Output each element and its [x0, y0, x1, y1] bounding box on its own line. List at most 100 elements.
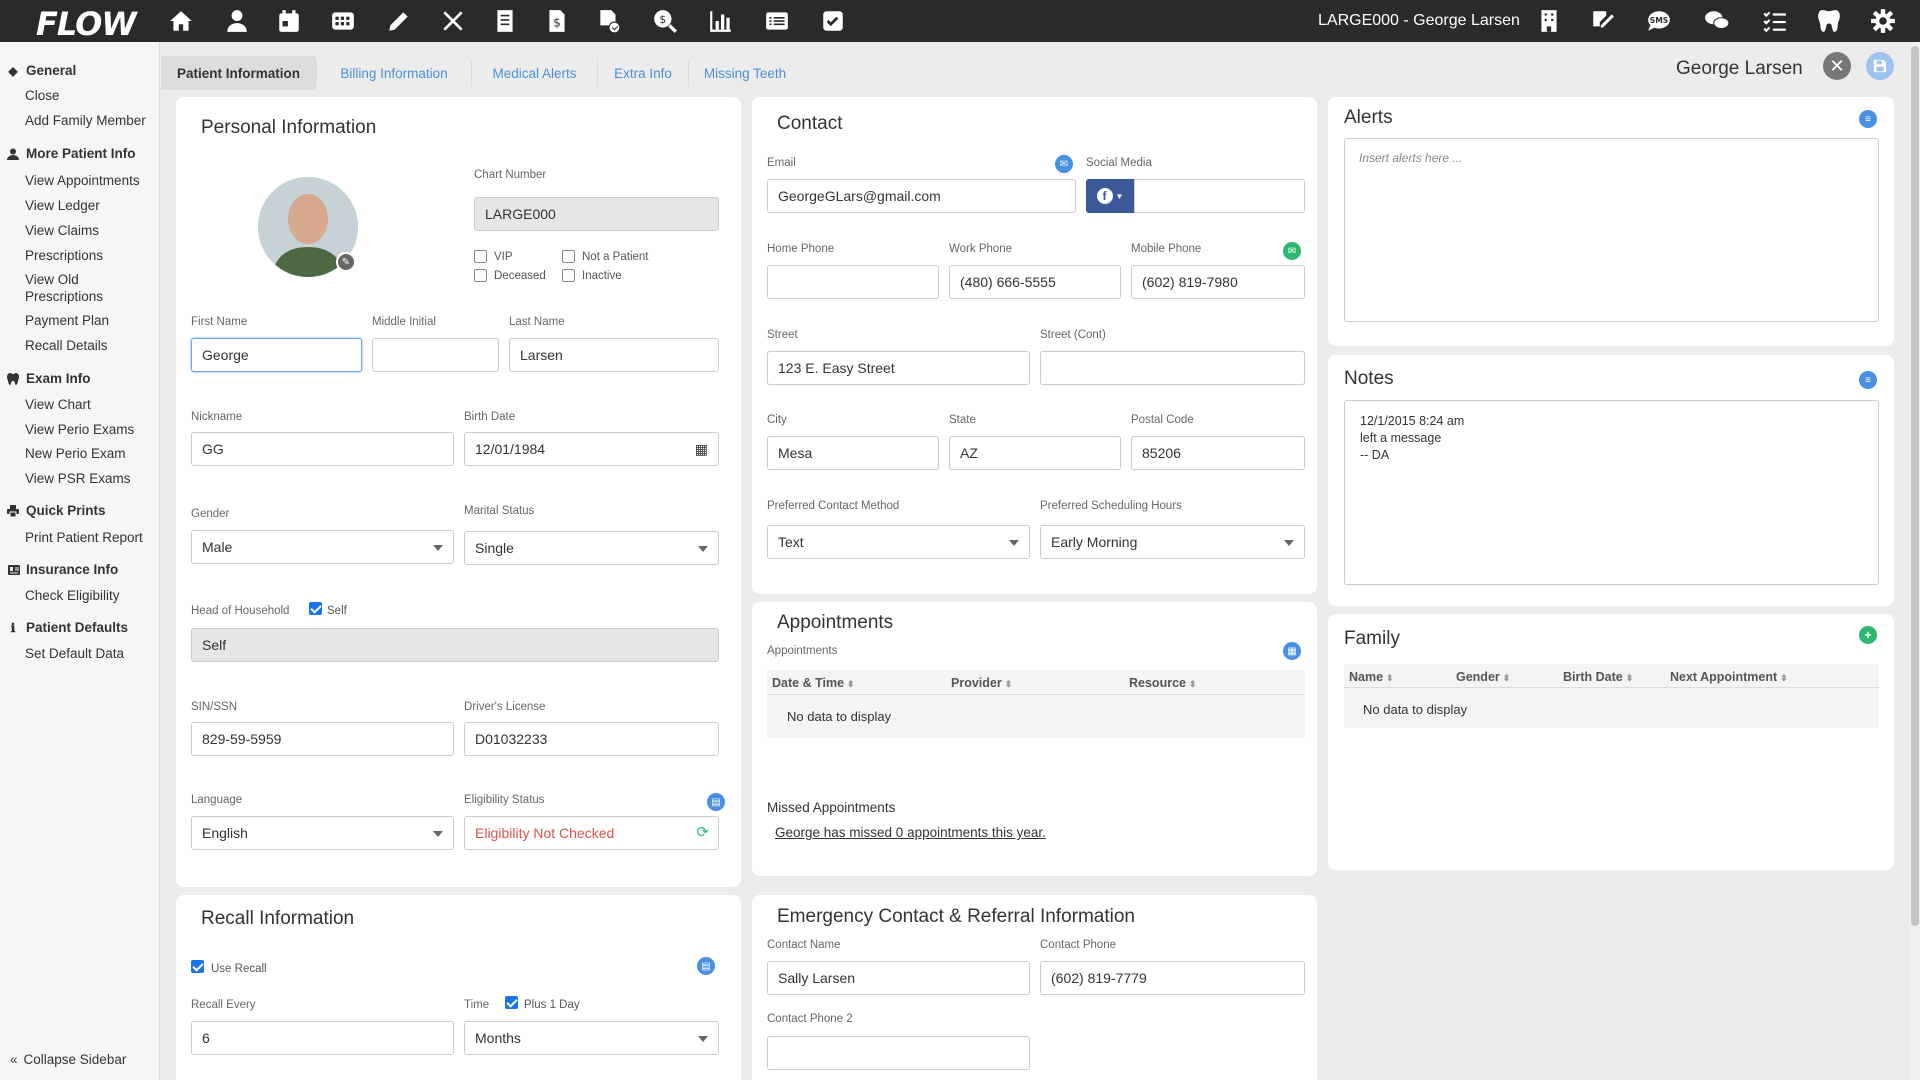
tab-missing-teeth[interactable]: Missing Teeth [689, 56, 801, 90]
contact-phone-field[interactable]: (602) 819-7779 [1040, 961, 1305, 995]
time-unit-select[interactable]: Months [464, 1021, 719, 1055]
preferred-contact-method-select[interactable]: Text [767, 525, 1030, 559]
preferred-scheduling-hours-select[interactable]: Early Morning [1040, 525, 1305, 559]
sidebar-item-view-appointments[interactable]: View Appointments [25, 172, 140, 189]
work-phone-field[interactable]: (480) 666-5555 [949, 265, 1121, 299]
social-network-dropdown[interactable]: f ▼ [1086, 179, 1134, 213]
column-date-time[interactable]: Date & Time ⬍ [772, 676, 855, 690]
sidebar-item-view-ledger[interactable]: View Ledger [25, 197, 100, 214]
recall-every-field[interactable]: 6 [191, 1021, 454, 1055]
contact-name-field[interactable]: Sally Larsen [767, 961, 1030, 995]
sidebar-item-check-eligibility[interactable]: Check Eligibility [25, 587, 120, 604]
tools-icon[interactable] [438, 7, 468, 35]
sidebar-header-exam-info[interactable]: Exam Info [7, 371, 91, 386]
gender-select[interactable]: Male [191, 530, 454, 564]
ledger-icon[interactable] [490, 7, 520, 35]
birth-date-field[interactable]: 12/01/1984 ▦ [464, 432, 719, 466]
sms-icon[interactable]: SMS [1644, 7, 1674, 35]
chat-icon[interactable] [1702, 7, 1732, 35]
sidebar-item-view-claims[interactable]: View Claims [25, 222, 99, 239]
marital-status-select[interactable]: Single [464, 531, 719, 565]
eligibility-details-icon[interactable]: ▤ [707, 793, 725, 811]
person-icon[interactable] [222, 7, 252, 35]
missed-appointments-link[interactable]: George has missed 0 appointments this ye… [775, 825, 1046, 840]
tab-patient-information[interactable]: Patient Information [161, 56, 316, 90]
use-recall-checkbox[interactable] [191, 960, 204, 973]
sidebar-item-print-patient-report[interactable]: Print Patient Report [25, 529, 143, 546]
sidebar-item-view-psr-exams[interactable]: View PSR Exams [25, 470, 131, 487]
street-field[interactable]: 123 E. Easy Street [767, 351, 1030, 385]
social-media-field[interactable] [1134, 179, 1305, 213]
search-money-icon[interactable]: $ [650, 7, 680, 35]
sidebar-item-set-default-data[interactable]: Set Default Data [25, 645, 124, 662]
notes-menu-icon[interactable]: ≡ [1859, 371, 1877, 389]
not-a-patient-checkbox[interactable] [562, 250, 575, 263]
tab-medical-alerts[interactable]: Medical Alerts [472, 56, 597, 90]
city-field[interactable]: Mesa [767, 436, 939, 470]
email-icon[interactable]: ✉ [1055, 155, 1073, 173]
edit-photo-button[interactable]: ✎ [336, 252, 356, 272]
sidebar-header-more-patient-info[interactable]: More Patient Info [7, 146, 136, 161]
building-icon[interactable] [1534, 7, 1564, 35]
sidebar-header-patient-defaults[interactable]: ℹ Patient Defaults [7, 620, 128, 635]
contact-phone-2-field[interactable] [767, 1036, 1030, 1070]
claims-icon[interactable] [594, 7, 624, 35]
deceased-checkbox[interactable] [474, 269, 487, 282]
tooth-icon[interactable] [1814, 7, 1844, 35]
flow-logo[interactable]: FLOW [36, 5, 137, 43]
recall-details-icon[interactable]: ▤ [697, 957, 715, 975]
sidebar-item-close[interactable]: Close [25, 87, 60, 104]
head-of-household-field[interactable]: Self [191, 628, 719, 662]
sms-message-icon[interactable]: ✉ [1283, 242, 1301, 260]
sidebar-item-prescriptions[interactable]: Prescriptions [25, 247, 103, 264]
ssn-field[interactable]: 829-59-5959 [191, 722, 454, 756]
billing-icon[interactable]: $ [542, 7, 572, 35]
task-list-icon[interactable] [1760, 7, 1790, 35]
refresh-icon[interactable]: ⟳ [696, 817, 709, 849]
middle-initial-field[interactable] [372, 338, 499, 372]
street-cont-field[interactable] [1040, 351, 1305, 385]
column-provider[interactable]: Provider ⬍ [951, 676, 1012, 690]
add-family-member-icon[interactable]: + [1859, 626, 1877, 644]
notes-textarea[interactable]: 12/1/2015 8:24 am left a message -- DA [1344, 400, 1879, 585]
save-button[interactable] [1866, 52, 1894, 80]
calendar-icon[interactable] [274, 7, 304, 35]
hoh-self-checkbox[interactable] [309, 602, 322, 615]
pencil-icon[interactable] [384, 7, 414, 35]
sidebar-header-quick-prints[interactable]: Quick Prints [7, 503, 106, 518]
sidebar-item-new-perio-exam[interactable]: New Perio Exam [25, 445, 126, 462]
sidebar-item-recall-details[interactable]: Recall Details [25, 337, 108, 354]
first-name-field[interactable]: George [191, 338, 362, 372]
sidebar-item-add-family-member[interactable]: Add Family Member [25, 112, 146, 129]
chart-bar-icon[interactable] [706, 7, 736, 35]
list-icon[interactable] [762, 7, 792, 35]
tab-extra-info[interactable]: Extra Info [598, 56, 688, 90]
eligibility-status-field[interactable]: Eligibility Not Checked ⟳ [464, 816, 719, 850]
column-name[interactable]: Name ⬍ [1349, 670, 1394, 684]
tab-billing-information[interactable]: Billing Information [317, 56, 471, 90]
drivers-license-field[interactable]: D01032233 [464, 722, 719, 756]
column-resource[interactable]: Resource ⬍ [1129, 676, 1197, 690]
column-next-appointment[interactable]: Next Appointment ⬍ [1670, 670, 1788, 684]
sidebar-item-view-old-prescriptions[interactable]: View Old Prescriptions [25, 271, 135, 305]
schedule-grid-icon[interactable] [328, 7, 358, 35]
collapse-sidebar-button[interactable]: «Collapse Sidebar [10, 1052, 126, 1067]
chart-number-field[interactable]: LARGE000 [474, 197, 719, 231]
plus-one-day-checkbox[interactable] [505, 996, 518, 1009]
nickname-field[interactable]: GG [191, 432, 454, 466]
sidebar-header-insurance-info[interactable]: Insurance Info [7, 562, 118, 577]
signature-icon[interactable] [1588, 7, 1618, 35]
vip-checkbox[interactable] [474, 250, 487, 263]
email-field[interactable]: GeorgeGLars@gmail.com [767, 179, 1076, 213]
language-select[interactable]: English [191, 816, 454, 850]
sidebar-header-general[interactable]: ◆ General [7, 63, 76, 78]
alerts-menu-icon[interactable]: ≡ [1859, 110, 1877, 128]
sidebar-item-payment-plan[interactable]: Payment Plan [25, 312, 109, 329]
home-phone-field[interactable] [767, 265, 939, 299]
close-patient-button[interactable]: ✕ [1823, 52, 1851, 80]
calendar-icon[interactable]: ▦ [695, 433, 708, 465]
state-field[interactable]: AZ [949, 436, 1121, 470]
last-name-field[interactable]: Larsen [509, 338, 719, 372]
checkbox-icon[interactable] [818, 7, 848, 35]
column-gender[interactable]: Gender ⬍ [1456, 670, 1510, 684]
